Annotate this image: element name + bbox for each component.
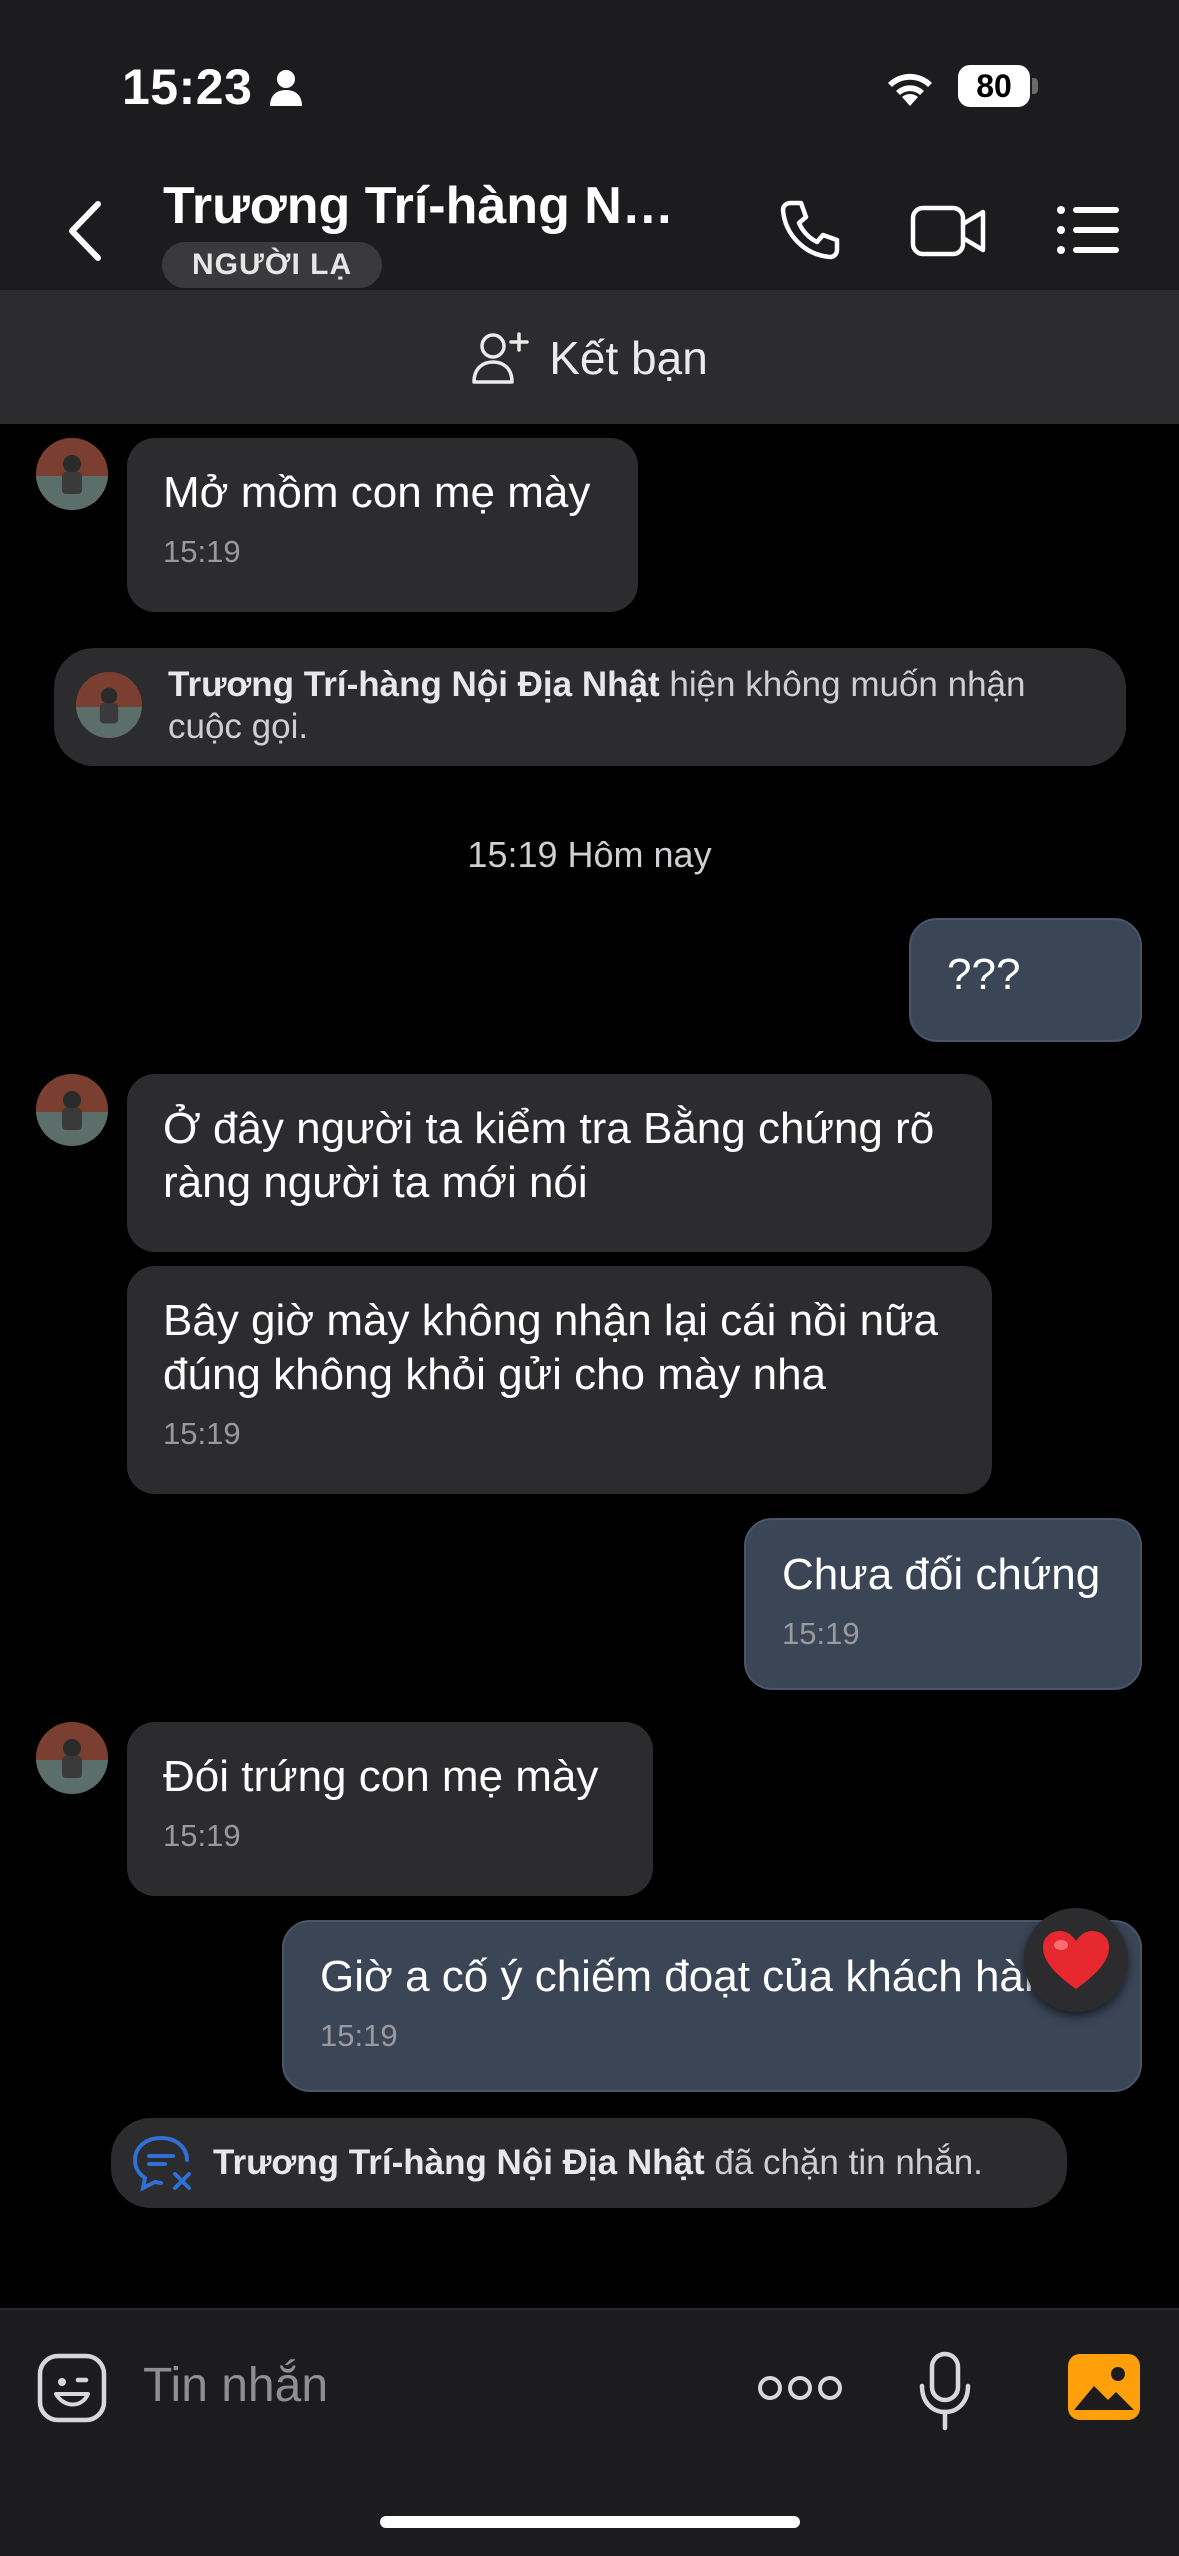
avatar-image [36,438,108,510]
status-time: 15:23 [122,59,253,115]
wifi-icon [888,73,932,106]
message-input[interactable]: Tin nhắn [143,2358,328,2413]
stranger-badge: NGƯỜI LẠ [162,242,383,288]
message-text: ??? [947,950,1021,999]
message-time: 15:19 [320,2018,398,2053]
battery-cap [1032,78,1038,94]
blocked-message-notice: Trương Trí-hàng Nội Địa Nhật đã chặn tin… [111,2118,1067,2208]
status-bar: 15:23 80 [0,0,1179,170]
back-icon[interactable] [60,196,110,266]
contact-avatar[interactable] [36,1074,108,1146]
message-time: 15:19 [163,534,241,569]
message-bubble-outgoing[interactable]: Chưa đối chứng 15:19 [744,1518,1142,1690]
notice-contact-name: Trương Trí-hàng Nội Địa Nhật [168,665,660,704]
contact-avatar[interactable] [36,1722,108,1794]
contact-name[interactable]: Trương Trí-hàng Nội... [163,176,703,236]
battery-indicator: 80 [958,65,1030,107]
message-text: Ở đây người ta kiểm tra Bằng chứng rõ rà… [163,1104,935,1207]
notice-avatar [76,672,142,738]
list-menu-icon [1057,206,1119,254]
message-text: Giờ a cố ý chiếm đoạt của khách hàng [320,1952,1073,2001]
message-text: Chưa đối chứng [782,1550,1101,1599]
voice-call-button[interactable] [770,190,850,270]
more-options-icon[interactable] [758,2372,842,2404]
message-text: Mở mồm con mẹ mày [163,468,591,517]
heart-icon [1043,1931,1109,1989]
reaction-heart-button[interactable] [1024,1908,1128,2012]
chat-header: Trương Trí-hàng Nội... NGƯỜI LẠ [0,170,1179,292]
message-bubble-outgoing[interactable]: Giờ a cố ý chiếm đoạt của khách hàng 15:… [282,1920,1142,2092]
message-bubble-incoming[interactable]: Bây giờ mày không nhận lại cái nồi nữa đ… [127,1266,992,1494]
message-time: 15:19 [163,1818,241,1853]
video-camera-icon [910,205,986,257]
add-friend-icon [472,332,529,384]
phone-icon [780,200,840,260]
emoji-sticker-icon[interactable] [36,2352,108,2424]
chat-menu-button[interactable] [1048,190,1128,270]
home-indicator [380,2516,800,2528]
add-friend-button[interactable]: Kết bạn [0,292,1179,424]
message-blocked-icon [132,2136,191,2192]
contact-avatar[interactable] [36,438,108,510]
message-bubble-incoming[interactable]: Đói trứng con mẹ mày 15:19 [127,1722,653,1896]
video-call-button[interactable] [908,190,988,270]
notice-text: đã chặn tin nhắn. [704,2143,983,2182]
message-bubble-incoming[interactable]: Mở mồm con mẹ mày 15:19 [127,438,638,612]
message-bubble-outgoing[interactable]: ??? [909,918,1142,1042]
message-text: Đói trứng con mẹ mày [163,1752,599,1801]
add-friend-label: Kết bạn [549,332,708,384]
gallery-photo-icon[interactable] [1066,2352,1142,2422]
person-icon [270,70,302,106]
message-time: 15:19 [163,1416,241,1451]
date-separator: 15:19 Hôm nay [467,834,712,875]
microphone-icon[interactable] [918,2350,972,2432]
call-declined-notice: Trương Trí-hàng Nội Địa Nhật hiện không … [54,648,1126,766]
notice-contact-name: Trương Trí-hàng Nội Địa Nhật [213,2143,705,2182]
message-text: Bây giờ mày không nhận lại cái nồi nữa đ… [163,1296,938,1399]
message-time: 15:19 [782,1616,860,1651]
message-bubble-incoming[interactable]: Ở đây người ta kiểm tra Bằng chứng rõ rà… [127,1074,992,1252]
